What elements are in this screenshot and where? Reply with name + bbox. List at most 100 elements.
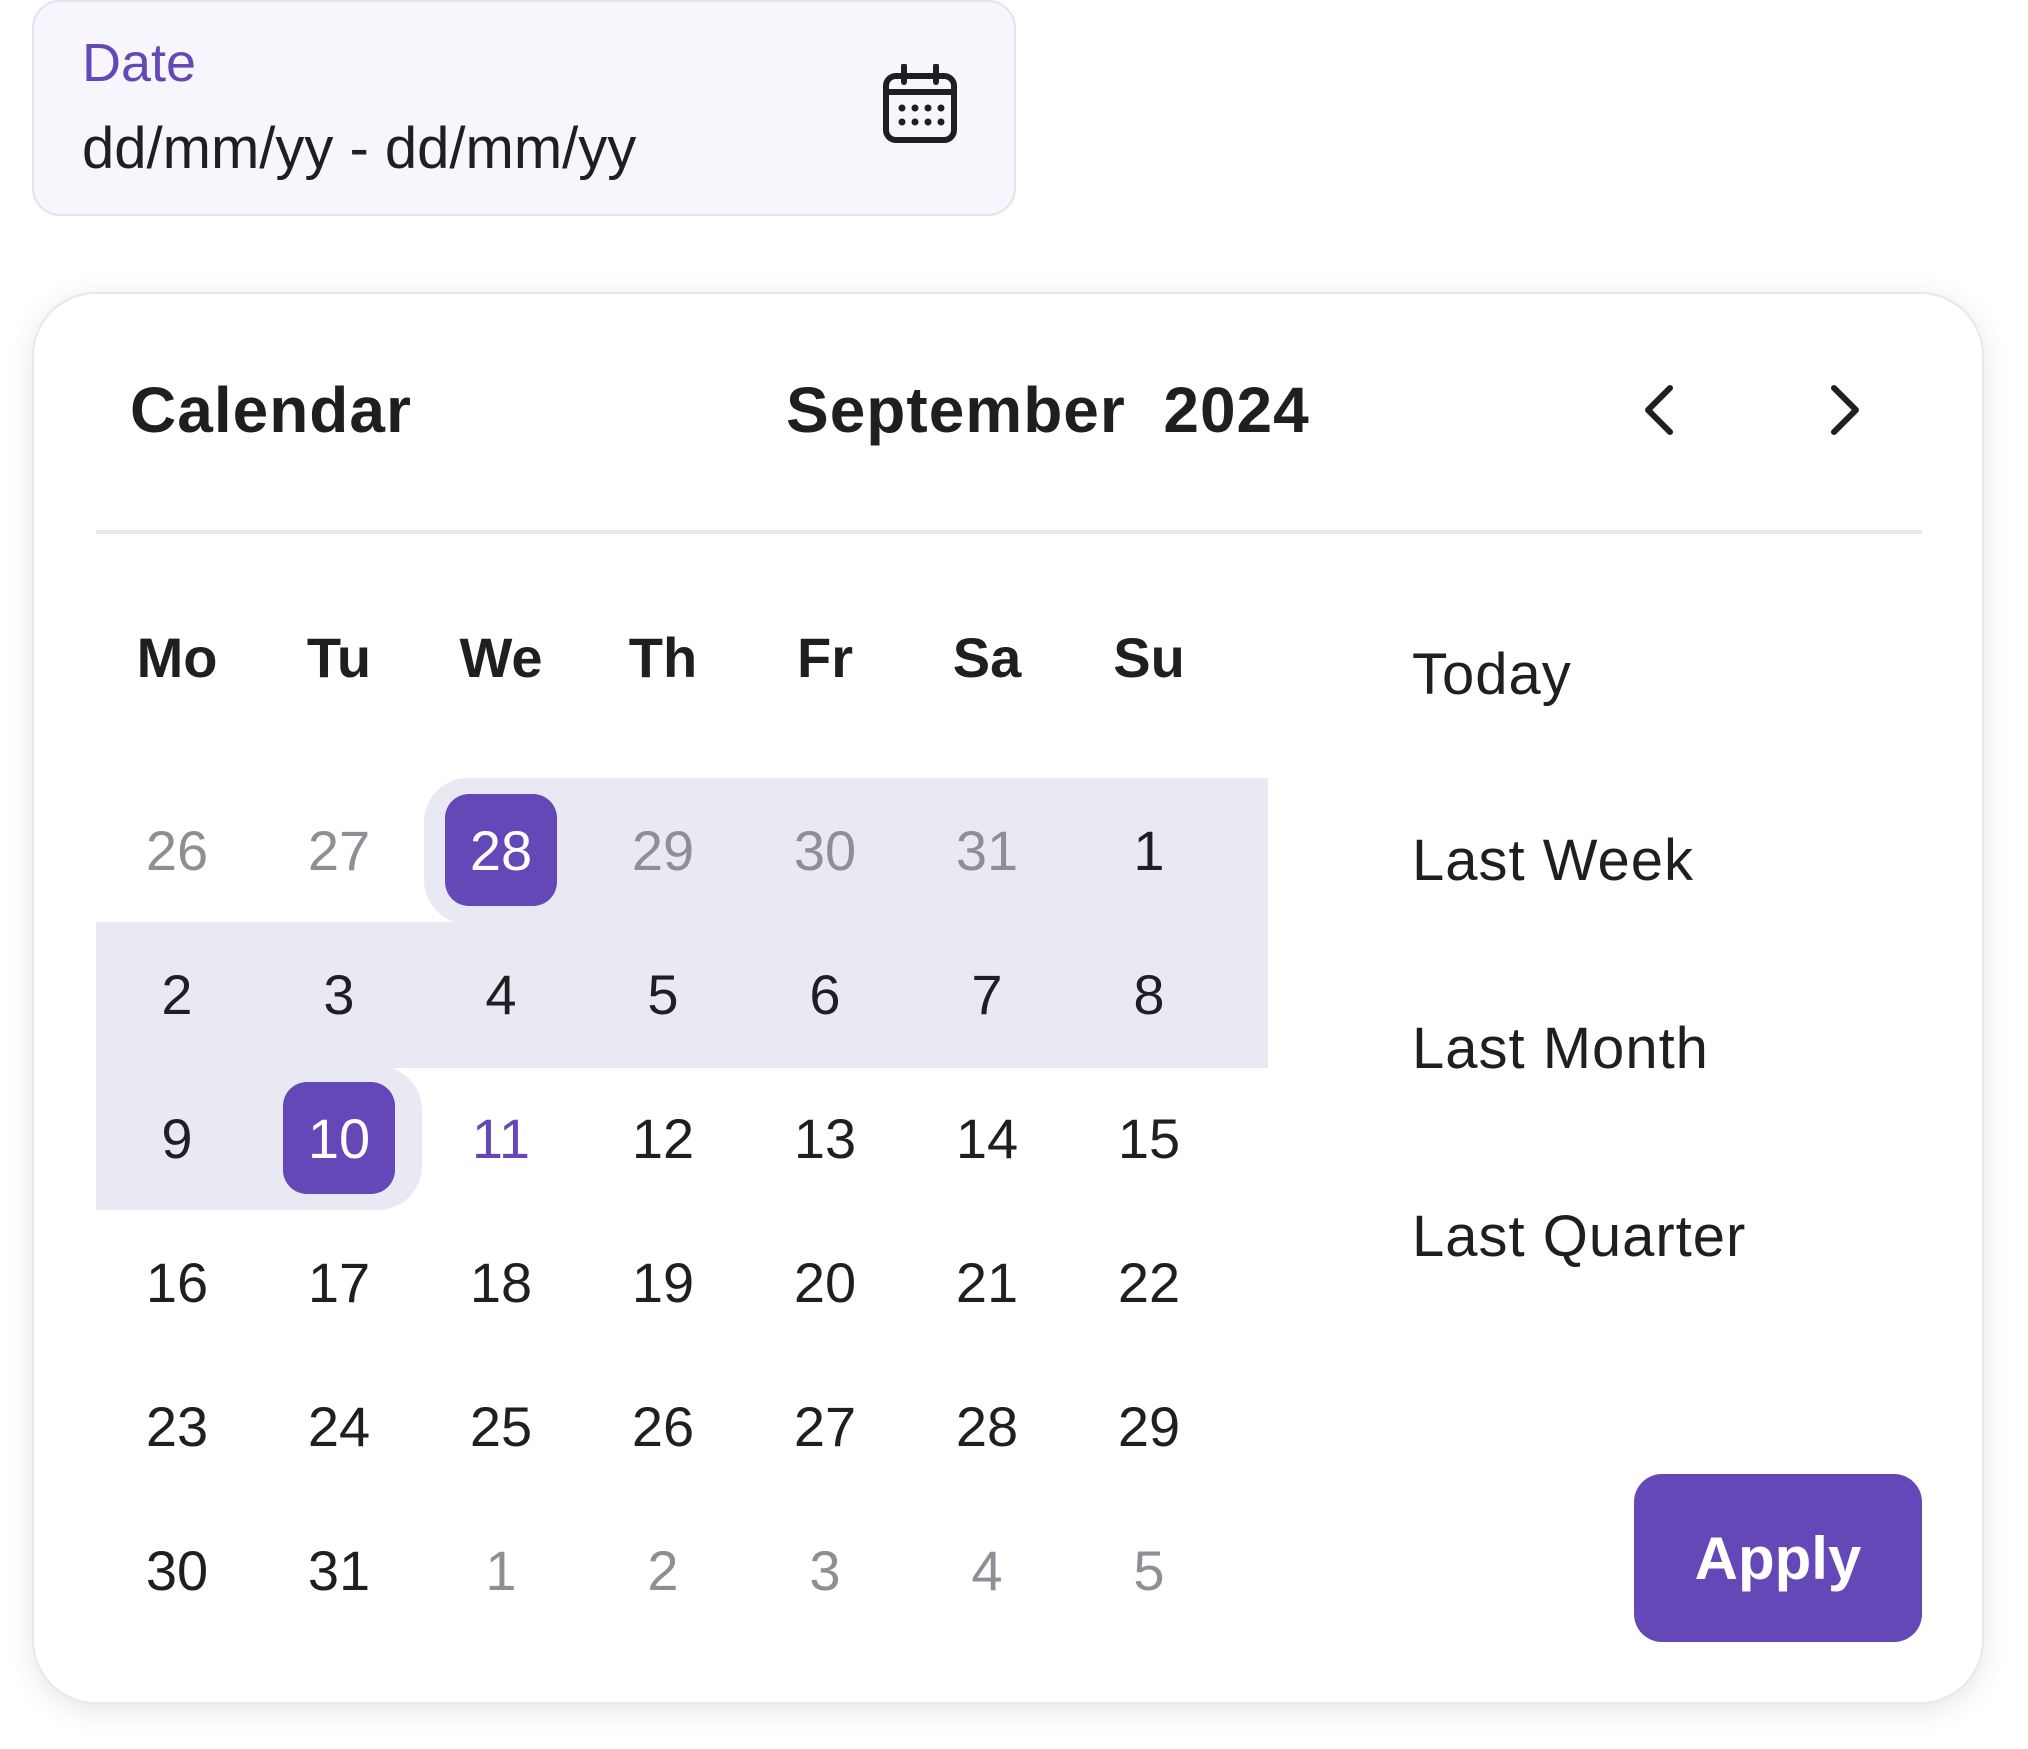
day-number: 29: [1117, 1394, 1181, 1458]
preset-option[interactable]: Last Quarter: [1412, 1208, 1746, 1266]
weekday-label: Fr: [797, 626, 853, 689]
day-cell[interactable]: 28: [420, 778, 582, 922]
day-cell[interactable]: 12: [582, 1066, 744, 1210]
day-cell[interactable]: 3: [744, 1498, 906, 1642]
day-cell[interactable]: 4: [906, 1498, 1068, 1642]
day-cell[interactable]: 29: [582, 778, 744, 922]
day-number: 8: [1133, 962, 1165, 1026]
day-cell[interactable]: 31: [906, 778, 1068, 922]
day-cell[interactable]: 18: [420, 1210, 582, 1354]
day-cell[interactable]: 1: [420, 1498, 582, 1642]
weekday-label: Sa: [952, 626, 1022, 689]
day-cell[interactable]: 16: [96, 1210, 258, 1354]
day-cell[interactable]: 23: [96, 1354, 258, 1498]
day-number: 15: [1117, 1106, 1181, 1170]
day-cell[interactable]: 27: [258, 778, 420, 922]
day-cell[interactable]: 26: [582, 1354, 744, 1498]
calendar-title: Calendar: [130, 374, 412, 446]
day-cell[interactable]: 19: [582, 1210, 744, 1354]
day-number: 2: [647, 1538, 679, 1602]
day-number: 9: [161, 1106, 193, 1170]
day-number: 28: [955, 1394, 1019, 1458]
day-number: 24: [307, 1394, 371, 1458]
day-cell[interactable]: 3: [258, 922, 420, 1066]
date-range-field[interactable]: Date dd/mm/yy - dd/mm/yy: [32, 0, 1016, 216]
day-cell[interactable]: 29: [1068, 1354, 1230, 1498]
weekday-label: Tu: [306, 626, 372, 689]
day-cell[interactable]: 2: [96, 922, 258, 1066]
calendar-panel: Calendar September 2024 Mo Tu We Th Fr Sa Su 2…: [32, 292, 1984, 1704]
day-cell[interactable]: 5: [582, 922, 744, 1066]
day-number: 19: [631, 1250, 695, 1314]
day-number: 3: [809, 1538, 841, 1602]
day-cell[interactable]: 24: [258, 1354, 420, 1498]
day-number: 5: [1133, 1538, 1165, 1602]
day-cell[interactable]: 22: [1068, 1210, 1230, 1354]
preset-option[interactable]: Last Week: [1412, 832, 1694, 890]
weekday-label: Th: [628, 626, 698, 689]
day-cell[interactable]: 11: [420, 1066, 582, 1210]
preset-option[interactable]: Today: [1412, 646, 1572, 704]
day-cell[interactable]: 17: [258, 1210, 420, 1354]
day-number: 31: [307, 1538, 371, 1602]
day-cell[interactable]: 21: [906, 1210, 1068, 1354]
day-cell[interactable]: 6: [744, 922, 906, 1066]
day-number: 31: [955, 818, 1019, 882]
year-label: 2024: [1163, 374, 1310, 446]
day-number: 5: [647, 962, 679, 1026]
day-number: 25: [469, 1394, 533, 1458]
day-number: 11: [471, 1106, 531, 1170]
day-number: 26: [631, 1394, 695, 1458]
day-cell[interactable]: 10: [258, 1066, 420, 1210]
day-cell[interactable]: 1: [1068, 778, 1230, 922]
day-cell[interactable]: 30: [96, 1498, 258, 1642]
chevron-right-icon[interactable]: [1810, 378, 1874, 442]
day-cell[interactable]: 20: [744, 1210, 906, 1354]
day-cell[interactable]: 30: [744, 778, 906, 922]
day-cell[interactable]: 31: [258, 1498, 420, 1642]
day-cell[interactable]: 2: [582, 1498, 744, 1642]
day-number: 16: [145, 1250, 209, 1314]
day-cell[interactable]: 15: [1068, 1066, 1230, 1210]
calendar-icon[interactable]: [882, 64, 958, 146]
day-number: 6: [809, 962, 841, 1026]
day-number: 4: [485, 962, 517, 1026]
weekday-label: We: [459, 626, 543, 689]
day-number: 12: [631, 1106, 695, 1170]
day-number: 29: [631, 818, 695, 882]
date-field-label: Date: [82, 33, 197, 93]
day-cell[interactable]: 28: [906, 1354, 1068, 1498]
preset-option[interactable]: Last Month: [1412, 1020, 1709, 1078]
day-number: 17: [307, 1250, 371, 1314]
day-number: 27: [307, 818, 371, 882]
day-number: 10: [283, 1082, 395, 1194]
day-cell[interactable]: 14: [906, 1066, 1068, 1210]
day-number: 27: [793, 1394, 857, 1458]
day-number: 23: [145, 1394, 209, 1458]
day-number: 13: [793, 1106, 857, 1170]
day-cell[interactable]: 9: [96, 1066, 258, 1210]
day-cell[interactable]: 8: [1068, 922, 1230, 1066]
weekday-label: Su: [1113, 626, 1185, 689]
chevron-left-icon[interactable]: [1630, 378, 1694, 442]
day-number: 14: [955, 1106, 1019, 1170]
day-cell[interactable]: 26: [96, 778, 258, 922]
weekday-label: Mo: [136, 626, 218, 689]
day-number: 3: [323, 962, 355, 1026]
month-year-label: September 2024: [786, 378, 1310, 442]
day-cell[interactable]: 5: [1068, 1498, 1230, 1642]
day-number: 21: [955, 1250, 1019, 1314]
day-number: 18: [469, 1250, 533, 1314]
day-cell[interactable]: 13: [744, 1066, 906, 1210]
date-field-value[interactable]: dd/mm/yy - dd/mm/yy: [82, 120, 636, 178]
day-number: 28: [445, 794, 557, 906]
day-cell[interactable]: 25: [420, 1354, 582, 1498]
day-number: 30: [793, 818, 857, 882]
apply-button[interactable]: Apply: [1634, 1474, 1922, 1642]
day-cell[interactable]: 4: [420, 922, 582, 1066]
day-number: 2: [161, 962, 193, 1026]
day-cell[interactable]: 7: [906, 922, 1068, 1066]
day-number: 22: [1117, 1250, 1181, 1314]
day-cell[interactable]: 27: [744, 1354, 906, 1498]
day-number: 4: [971, 1538, 1003, 1602]
